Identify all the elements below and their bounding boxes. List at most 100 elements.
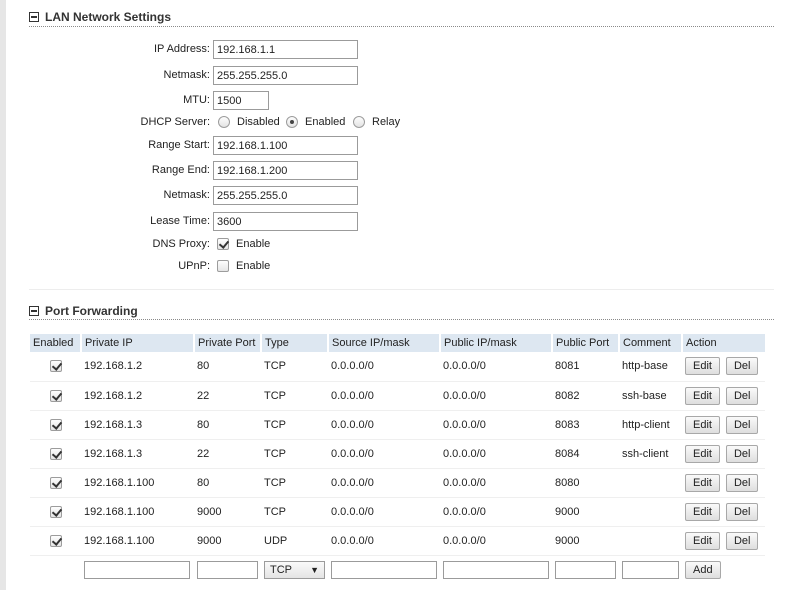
range-end-input[interactable] — [213, 161, 358, 180]
dhcp-disabled-option[interactable]: Disabled — [218, 116, 280, 128]
delete-button[interactable]: Del — [725, 444, 759, 463]
row-type: TCP — [261, 468, 328, 498]
row-enabled-checkbox[interactable] — [49, 447, 62, 460]
row-private-port: 9000 — [194, 526, 261, 556]
upnp-enable-label: Enable — [236, 260, 271, 272]
dhcp-netmask-label: Netmask: — [163, 189, 210, 201]
range-start-input[interactable] — [213, 136, 358, 155]
dns-proxy-checkbox[interactable] — [217, 238, 229, 250]
new-private-port-input[interactable] — [197, 561, 258, 580]
port-forwarding-title: Port Forwarding — [45, 304, 138, 318]
row-public-ip-mask: 0.0.0.0/0 — [440, 497, 552, 527]
row-public-ip-mask: 0.0.0.0/0 — [440, 381, 552, 411]
left-border — [0, 0, 6, 590]
new-source-ip-input[interactable] — [331, 561, 437, 580]
edit-button[interactable]: Edit — [685, 357, 720, 376]
row-comment — [619, 526, 682, 556]
row-private-port: 22 — [194, 439, 261, 469]
edit-button[interactable]: Edit — [685, 531, 720, 550]
row-public-ip-mask: 0.0.0.0/0 — [440, 352, 552, 382]
col-public-ip-mask: Public IP/mask — [439, 334, 552, 352]
lease-time-input[interactable] — [213, 212, 358, 231]
row-comment: http-base — [619, 352, 682, 382]
netmask-input[interactable] — [213, 66, 358, 85]
dhcp-netmask-input[interactable] — [213, 186, 358, 205]
edit-button[interactable]: Edit — [685, 386, 720, 405]
mtu-label: MTU: — [183, 94, 210, 106]
dhcp-enabled-option[interactable]: Enabled — [286, 116, 345, 128]
mtu-input[interactable] — [213, 91, 269, 110]
ip-address-input[interactable] — [213, 40, 358, 59]
edit-button[interactable]: Edit — [685, 473, 720, 492]
dhcp-enabled-radio[interactable] — [286, 116, 298, 128]
collapse-icon[interactable] — [29, 306, 39, 316]
row-source-ip-mask: 0.0.0.0/0 — [328, 526, 440, 556]
row-private-ip: 192.168.1.3 — [81, 410, 194, 440]
row-private-port: 22 — [194, 381, 261, 411]
row-source-ip-mask: 0.0.0.0/0 — [328, 352, 440, 382]
row-public-ip-mask: 0.0.0.0/0 — [440, 439, 552, 469]
delete-button[interactable]: Del — [725, 531, 759, 550]
add-button[interactable]: Add — [685, 561, 721, 580]
row-enabled-checkbox[interactable] — [49, 389, 62, 402]
range-end-label: Range End: — [151, 164, 210, 176]
row-comment: http-client — [619, 410, 682, 440]
row-private-ip: 192.168.1.2 — [81, 381, 194, 411]
row-private-port: 80 — [194, 410, 261, 440]
row-comment — [619, 468, 682, 498]
dhcp-relay-option[interactable]: Relay — [353, 116, 400, 128]
dhcp-enabled-label: Enabled — [305, 116, 346, 128]
row-enabled-checkbox[interactable] — [49, 360, 62, 373]
row-private-ip: 192.168.1.100 — [81, 468, 194, 498]
col-private-port: Private Port — [193, 334, 261, 352]
row-enabled-checkbox[interactable] — [49, 534, 62, 547]
row-private-ip: 192.168.1.3 — [81, 439, 194, 469]
dns-proxy-option[interactable]: Enable — [217, 238, 270, 250]
row-type: UDP — [261, 526, 328, 556]
edit-button[interactable]: Edit — [685, 415, 720, 434]
delete-button[interactable]: Del — [725, 502, 759, 521]
dhcp-disabled-label: Disabled — [237, 116, 280, 128]
table-row: 192.168.1.100 9000 TCP 0.0.0.0/0 0.0.0.0/0 90… — [30, 497, 765, 527]
row-private-port: 80 — [194, 352, 261, 382]
lease-time-label: Lease Time: — [150, 215, 210, 227]
row-enabled-checkbox[interactable] — [49, 418, 62, 431]
row-enabled-checkbox[interactable] — [49, 476, 62, 489]
row-type: TCP — [261, 410, 328, 440]
row-public-port: 8080 — [552, 468, 619, 498]
row-type: TCP — [261, 439, 328, 469]
delete-button[interactable]: Del — [725, 473, 759, 492]
edit-button[interactable]: Edit — [685, 444, 720, 463]
delete-button[interactable]: Del — [725, 415, 759, 434]
new-type-value: TCP — [270, 564, 292, 577]
col-public-port: Public Port — [551, 334, 619, 352]
dhcp-disabled-radio[interactable] — [218, 116, 230, 128]
upnp-option[interactable]: Enable — [217, 260, 270, 272]
edit-button[interactable]: Edit — [685, 502, 720, 521]
new-comment-input[interactable] — [622, 561, 679, 580]
row-public-port: 8082 — [552, 381, 619, 411]
delete-button[interactable]: Del — [725, 357, 759, 376]
upnp-checkbox[interactable] — [217, 260, 229, 272]
row-public-port: 9000 — [552, 526, 619, 556]
row-source-ip-mask: 0.0.0.0/0 — [328, 410, 440, 440]
table-row: 192.168.1.100 9000 UDP 0.0.0.0/0 0.0.0.0/0 90… — [30, 526, 765, 556]
new-private-ip-input[interactable] — [84, 561, 190, 580]
range-start-label: Range Start: — [148, 139, 210, 151]
row-enabled-checkbox[interactable] — [49, 505, 62, 518]
dhcp-relay-radio[interactable] — [353, 116, 365, 128]
lan-section-header[interactable]: LAN Network Settings — [29, 9, 171, 25]
row-private-ip: 192.168.1.100 — [81, 497, 194, 527]
collapse-icon[interactable] — [29, 12, 39, 22]
row-public-port: 8083 — [552, 410, 619, 440]
new-public-port-input[interactable] — [555, 561, 616, 580]
row-type: TCP — [261, 352, 328, 382]
col-type: Type — [260, 334, 328, 352]
delete-button[interactable]: Del — [725, 386, 759, 405]
port-forwarding-header[interactable]: Port Forwarding — [29, 303, 138, 319]
new-type-select[interactable]: TCP ▼ — [264, 561, 325, 580]
lan-section-divider — [29, 26, 774, 27]
row-comment: ssh-client — [619, 439, 682, 469]
new-public-ip-input[interactable] — [443, 561, 549, 580]
col-action: Action — [681, 334, 765, 352]
